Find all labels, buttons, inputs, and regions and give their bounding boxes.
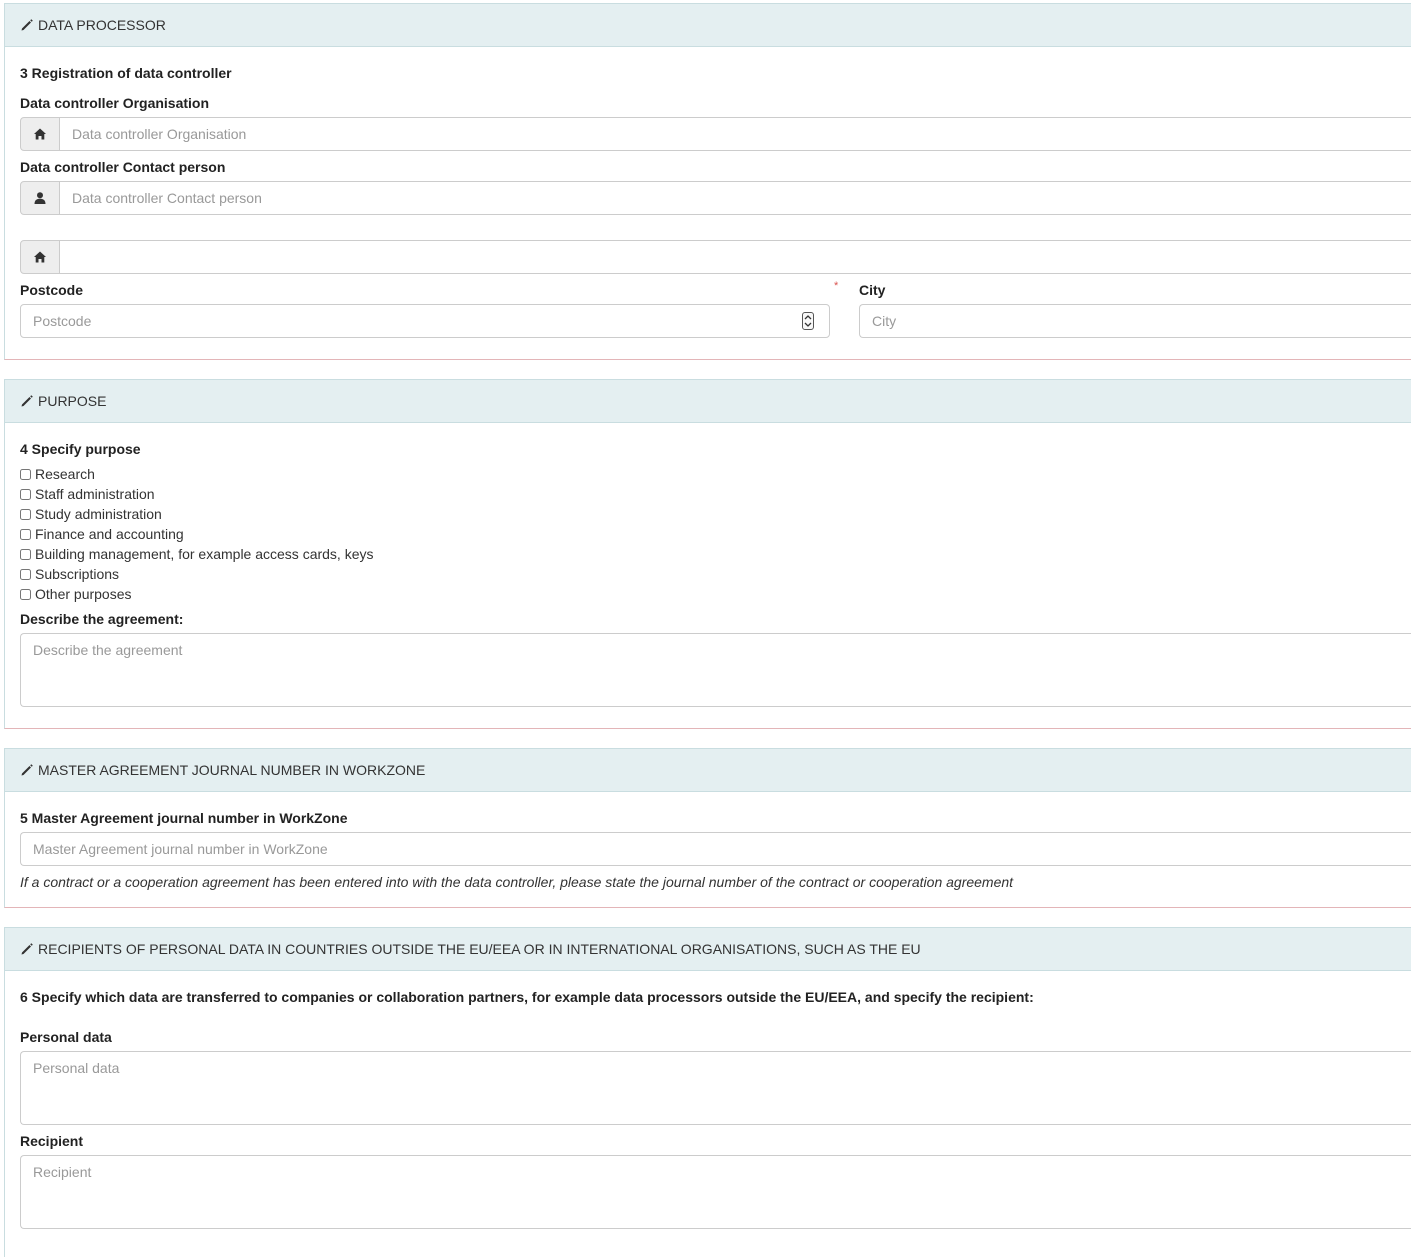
purpose-checkbox[interactable] xyxy=(20,528,31,540)
purpose-checkbox[interactable] xyxy=(20,508,31,520)
purpose-checkbox[interactable] xyxy=(20,488,31,500)
purpose-option-label: Research xyxy=(35,466,95,482)
purpose-option-staff-administration[interactable]: Staff administration xyxy=(20,484,155,504)
purpose-option-study-administration[interactable]: Study administration xyxy=(20,504,162,524)
section-title: 4 Specify purpose xyxy=(20,441,141,457)
section-title: 3 Registration of data controller xyxy=(20,65,232,81)
address-input[interactable] xyxy=(60,240,1411,274)
pencil-icon xyxy=(20,763,34,777)
purpose-option-other[interactable]: Other purposes xyxy=(20,584,132,604)
purpose-panel: PURPOSE 4 Specify purpose Research Staff… xyxy=(4,379,1411,729)
personal-data-textarea[interactable] xyxy=(20,1051,1411,1125)
postcode-input[interactable] xyxy=(20,304,830,338)
purpose-checkbox[interactable] xyxy=(20,468,31,480)
contact-input-group xyxy=(20,181,1411,215)
contact-label: Data controller Contact person xyxy=(20,159,226,175)
purpose-option-label: Study administration xyxy=(35,506,162,522)
panel-title: PURPOSE xyxy=(38,393,107,409)
recipients-panel: RECIPIENTS OF PERSONAL DATA IN COUNTRIES… xyxy=(4,927,1411,1257)
postcode-label: Postcode xyxy=(20,282,84,298)
purpose-checkbox[interactable] xyxy=(20,588,31,600)
org-label: Data controller Organisation xyxy=(20,95,210,111)
data-processor-heading[interactable]: DATA PROCESSOR xyxy=(5,4,1411,47)
master-agreement-panel: MASTER AGREEMENT JOURNAL NUMBER IN WORKZ… xyxy=(4,748,1411,908)
user-icon xyxy=(20,181,60,215)
recipient-label: Recipient xyxy=(20,1133,84,1149)
city-label: City xyxy=(859,282,886,298)
agreement-label: Describe the agreement: xyxy=(20,611,184,627)
panel-title: DATA PROCESSOR xyxy=(38,17,166,33)
address-input-group xyxy=(20,240,1411,274)
purpose-option-building-management[interactable]: Building management, for example access … xyxy=(20,544,374,564)
panel-title: RECIPIENTS OF PERSONAL DATA IN COUNTRIES… xyxy=(38,941,921,957)
pencil-icon xyxy=(20,942,34,956)
purpose-checkbox[interactable] xyxy=(20,568,31,580)
master-agreement-heading[interactable]: MASTER AGREEMENT JOURNAL NUMBER IN WORKZ… xyxy=(5,749,1411,792)
recipient-textarea[interactable] xyxy=(20,1155,1411,1229)
org-input[interactable] xyxy=(60,117,1411,151)
journal-number-help: If a contract or a cooperation agreement… xyxy=(20,874,1014,890)
home-icon xyxy=(20,240,60,274)
purpose-option-research[interactable]: Research xyxy=(20,464,95,484)
purpose-option-label: Finance and accounting xyxy=(35,526,184,542)
contact-input[interactable] xyxy=(60,181,1411,215)
postcode-spinner[interactable] xyxy=(802,312,814,330)
purpose-option-label: Other purposes xyxy=(35,586,132,602)
purpose-option-label: Building management, for example access … xyxy=(35,546,374,562)
recipients-heading[interactable]: RECIPIENTS OF PERSONAL DATA IN COUNTRIES… xyxy=(5,928,1411,971)
purpose-option-finance[interactable]: Finance and accounting xyxy=(20,524,184,544)
home-icon xyxy=(20,117,60,151)
purpose-option-label: Subscriptions xyxy=(35,566,120,582)
data-processor-panel: DATA PROCESSOR 3 Registration of data co… xyxy=(4,3,1411,360)
org-input-group xyxy=(20,117,1411,151)
section-title: 5 Master Agreement journal number in Wor… xyxy=(20,810,348,826)
city-input[interactable] xyxy=(859,304,1411,338)
journal-number-input[interactable] xyxy=(20,832,1411,866)
required-marker: * xyxy=(834,280,839,292)
pencil-icon xyxy=(20,18,34,32)
pencil-icon xyxy=(20,394,34,408)
purpose-checkbox[interactable] xyxy=(20,548,31,560)
section-title: 6 Specify which data are transferred to … xyxy=(20,989,1034,1005)
panel-title: MASTER AGREEMENT JOURNAL NUMBER IN WORKZ… xyxy=(38,762,426,778)
agreement-textarea[interactable] xyxy=(20,633,1411,707)
purpose-option-subscriptions[interactable]: Subscriptions xyxy=(20,564,119,584)
purpose-option-label: Staff administration xyxy=(35,486,155,502)
purpose-heading[interactable]: PURPOSE xyxy=(5,380,1411,423)
personal-data-label: Personal data xyxy=(20,1029,112,1045)
